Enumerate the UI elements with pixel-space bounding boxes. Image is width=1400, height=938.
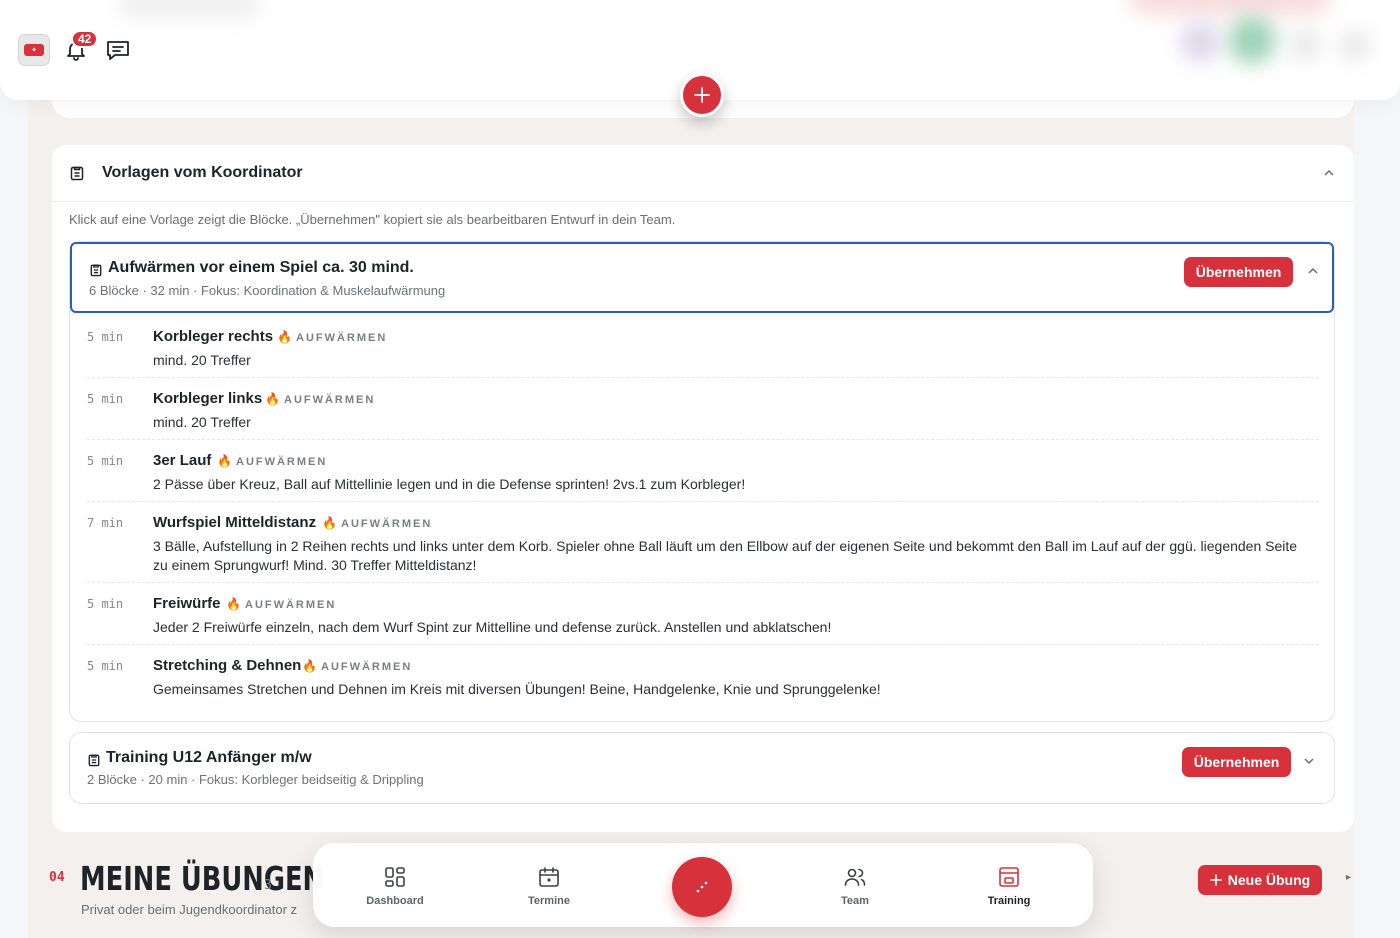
block-duration: 7 min: [87, 516, 124, 530]
flame-icon: 🔥: [302, 659, 317, 673]
nav-item-training[interactable]: Training: [964, 865, 1054, 907]
add-button[interactable]: [680, 73, 724, 117]
template-meta: 2 Blöcke · 20 min · Fokus: Korbleger bei…: [87, 772, 424, 787]
block-tag: AUFWÄRMEN: [341, 518, 433, 530]
flame-icon: 🔥: [226, 597, 241, 611]
new-exercise-label: Neue Übung: [1227, 872, 1311, 888]
nav-label: Termine: [528, 895, 570, 907]
bottom-navigation: Dashboard Termine Team Training: [313, 843, 1093, 927]
block-name: Korbleger rechts: [153, 328, 274, 345]
blurred-avatar[interactable]: [1180, 22, 1220, 62]
block-duration: 5 min: [87, 330, 124, 344]
nav-item-team[interactable]: Team: [810, 865, 900, 907]
block-name: Korbleger links: [153, 390, 263, 407]
block-row: 5 min 3er Lauf 🔥 AUFWÄRMEN 2 Pässe über …: [87, 440, 1319, 502]
block-row: 5 min Freiwürfe 🔥 AUFWÄRMEN Jeder 2 Frei…: [87, 583, 1319, 645]
templates-card-header[interactable]: Vorlagen vom Koordinator: [52, 145, 1354, 202]
template-meta: 6 Blöcke · 32 min · Fokus: Koordination …: [89, 283, 446, 298]
section-number: 04: [49, 870, 65, 885]
block-tag: AUFWÄRMEN: [284, 394, 376, 406]
template-name: Training U12 Anfänger m/w: [106, 749, 312, 766]
club-logo-mark: ✦: [24, 44, 44, 56]
block-name: Stretching & Dehnen: [153, 657, 302, 674]
clipboard-icon: [70, 166, 84, 181]
team-icon: [844, 868, 866, 886]
take-over-button[interactable]: Übernehmen: [1182, 747, 1291, 777]
center-action-button[interactable]: [672, 857, 732, 917]
block-description: Jeder 2 Freiwürfe einzeln, nach dem Wurf…: [153, 619, 832, 635]
template-card: Training U12 Anfänger m/w 2 Blöcke · 20 …: [69, 732, 1335, 804]
blurred-header-area: [120, 0, 260, 18]
app-frame: ✦ 42 Vorlagen vom Koordinator Klick auf …: [0, 0, 1400, 938]
block-description: mind. 20 Treffer: [153, 414, 251, 430]
new-exercise-button[interactable]: Neue Übung: [1198, 865, 1322, 895]
take-over-button[interactable]: Übernehmen: [1184, 257, 1293, 287]
nav-label: Training: [987, 895, 1031, 907]
plus-icon: [694, 87, 710, 103]
templates-section-title: Vorlagen vom Koordinator: [102, 164, 303, 181]
chevron-down-icon[interactable]: [1302, 754, 1316, 768]
block-duration: 5 min: [87, 454, 124, 468]
block-duration: 5 min: [87, 392, 124, 406]
chat-icon[interactable]: [105, 38, 131, 62]
template-card: Aufwärmen vor einem Spiel ca. 30 mind. 6…: [69, 241, 1335, 722]
templates-card: Vorlagen vom Koordinator Klick auf eine …: [52, 145, 1354, 832]
nav-label: Team: [841, 895, 869, 907]
block-tag: AUFWÄRMEN: [321, 661, 413, 673]
template-blocks: 5 min Korbleger rechts 🔥 AUFWÄRMEN mind.…: [87, 316, 1319, 707]
block-tag: AUFWÄRMEN: [296, 332, 388, 344]
template-header[interactable]: Aufwärmen vor einem Spiel ca. 30 mind. 6…: [70, 242, 1334, 313]
blurred-header-accent: [1130, 0, 1330, 14]
block-duration: 5 min: [87, 659, 124, 673]
block-row: 5 min Korbleger links 🔥 AUFWÄRMEN mind. …: [87, 378, 1319, 440]
nav-item-dashboard[interactable]: Dashboard: [350, 865, 440, 907]
block-row: 7 min Wurfspiel Mitteldistanz 🔥 AUFWÄRME…: [87, 502, 1319, 583]
block-name: 3er Lauf: [153, 452, 212, 469]
play-arrow-icon[interactable]: ▸: [1346, 872, 1351, 883]
flame-icon: 🔥: [277, 330, 292, 344]
blurred-icon[interactable]: [1340, 30, 1370, 60]
clipboard-icon: [90, 264, 102, 277]
dashboard-icon: [385, 867, 405, 887]
training-icon: [999, 867, 1019, 887]
block-duration: 5 min: [87, 597, 124, 611]
block-tag: AUFWÄRMEN: [245, 599, 337, 611]
right-rail: [1354, 0, 1400, 938]
flame-icon: 🔥: [217, 454, 232, 468]
blurred-user-avatar[interactable]: [1228, 16, 1276, 64]
section-title: MEINE ÜBUNGEN: [80, 859, 325, 898]
club-logo[interactable]: ✦: [18, 34, 50, 66]
dots-icon: [696, 881, 708, 893]
notification-badge: 42: [71, 30, 99, 48]
block-description: 2 Pässe über Kreuz, Ball auf Mittellinie…: [153, 476, 746, 492]
templates-hint: Klick auf eine Vorlage zeigt die Blöcke.…: [69, 212, 676, 227]
nav-item-termine[interactable]: Termine: [504, 865, 594, 907]
template-name: Aufwärmen vor einem Spiel ca. 30 mind.: [108, 259, 414, 276]
chevron-up-icon[interactable]: [1306, 264, 1320, 278]
plus-icon: [1209, 874, 1222, 886]
section-subtitle: Privat oder beim Jugendkoordinator z: [81, 902, 298, 917]
block-description: Gemeinsames Stretchen und Dehnen im Krei…: [153, 681, 881, 697]
block-row: 5 min Stretching & Dehnen 🔥 AUFWÄRMEN Ge…: [87, 645, 1319, 707]
block-row: 5 min Korbleger rechts 🔥 AUFWÄRMEN mind.…: [87, 316, 1319, 378]
block-tag: AUFWÄRMEN: [236, 456, 328, 468]
section-count: 3: [264, 878, 272, 893]
block-name: Freiwürfe: [153, 595, 221, 612]
chevron-up-icon[interactable]: [1322, 166, 1336, 180]
flame-icon: 🔥: [265, 392, 280, 406]
left-rail: [0, 0, 28, 938]
blurred-icon[interactable]: [1290, 30, 1320, 60]
nav-label: Dashboard: [366, 895, 424, 907]
template-header[interactable]: Training U12 Anfänger m/w 2 Blöcke · 20 …: [70, 733, 1334, 804]
clipboard-icon: [88, 754, 100, 767]
block-description: 3 Bälle, Aufstellung in 2 Reihen rechts …: [153, 538, 1298, 573]
block-name: Wurfspiel Mitteldistanz: [153, 514, 317, 531]
block-description: mind. 20 Treffer: [153, 352, 251, 368]
calendar-icon: [539, 867, 559, 887]
flame-icon: 🔥: [322, 516, 337, 530]
